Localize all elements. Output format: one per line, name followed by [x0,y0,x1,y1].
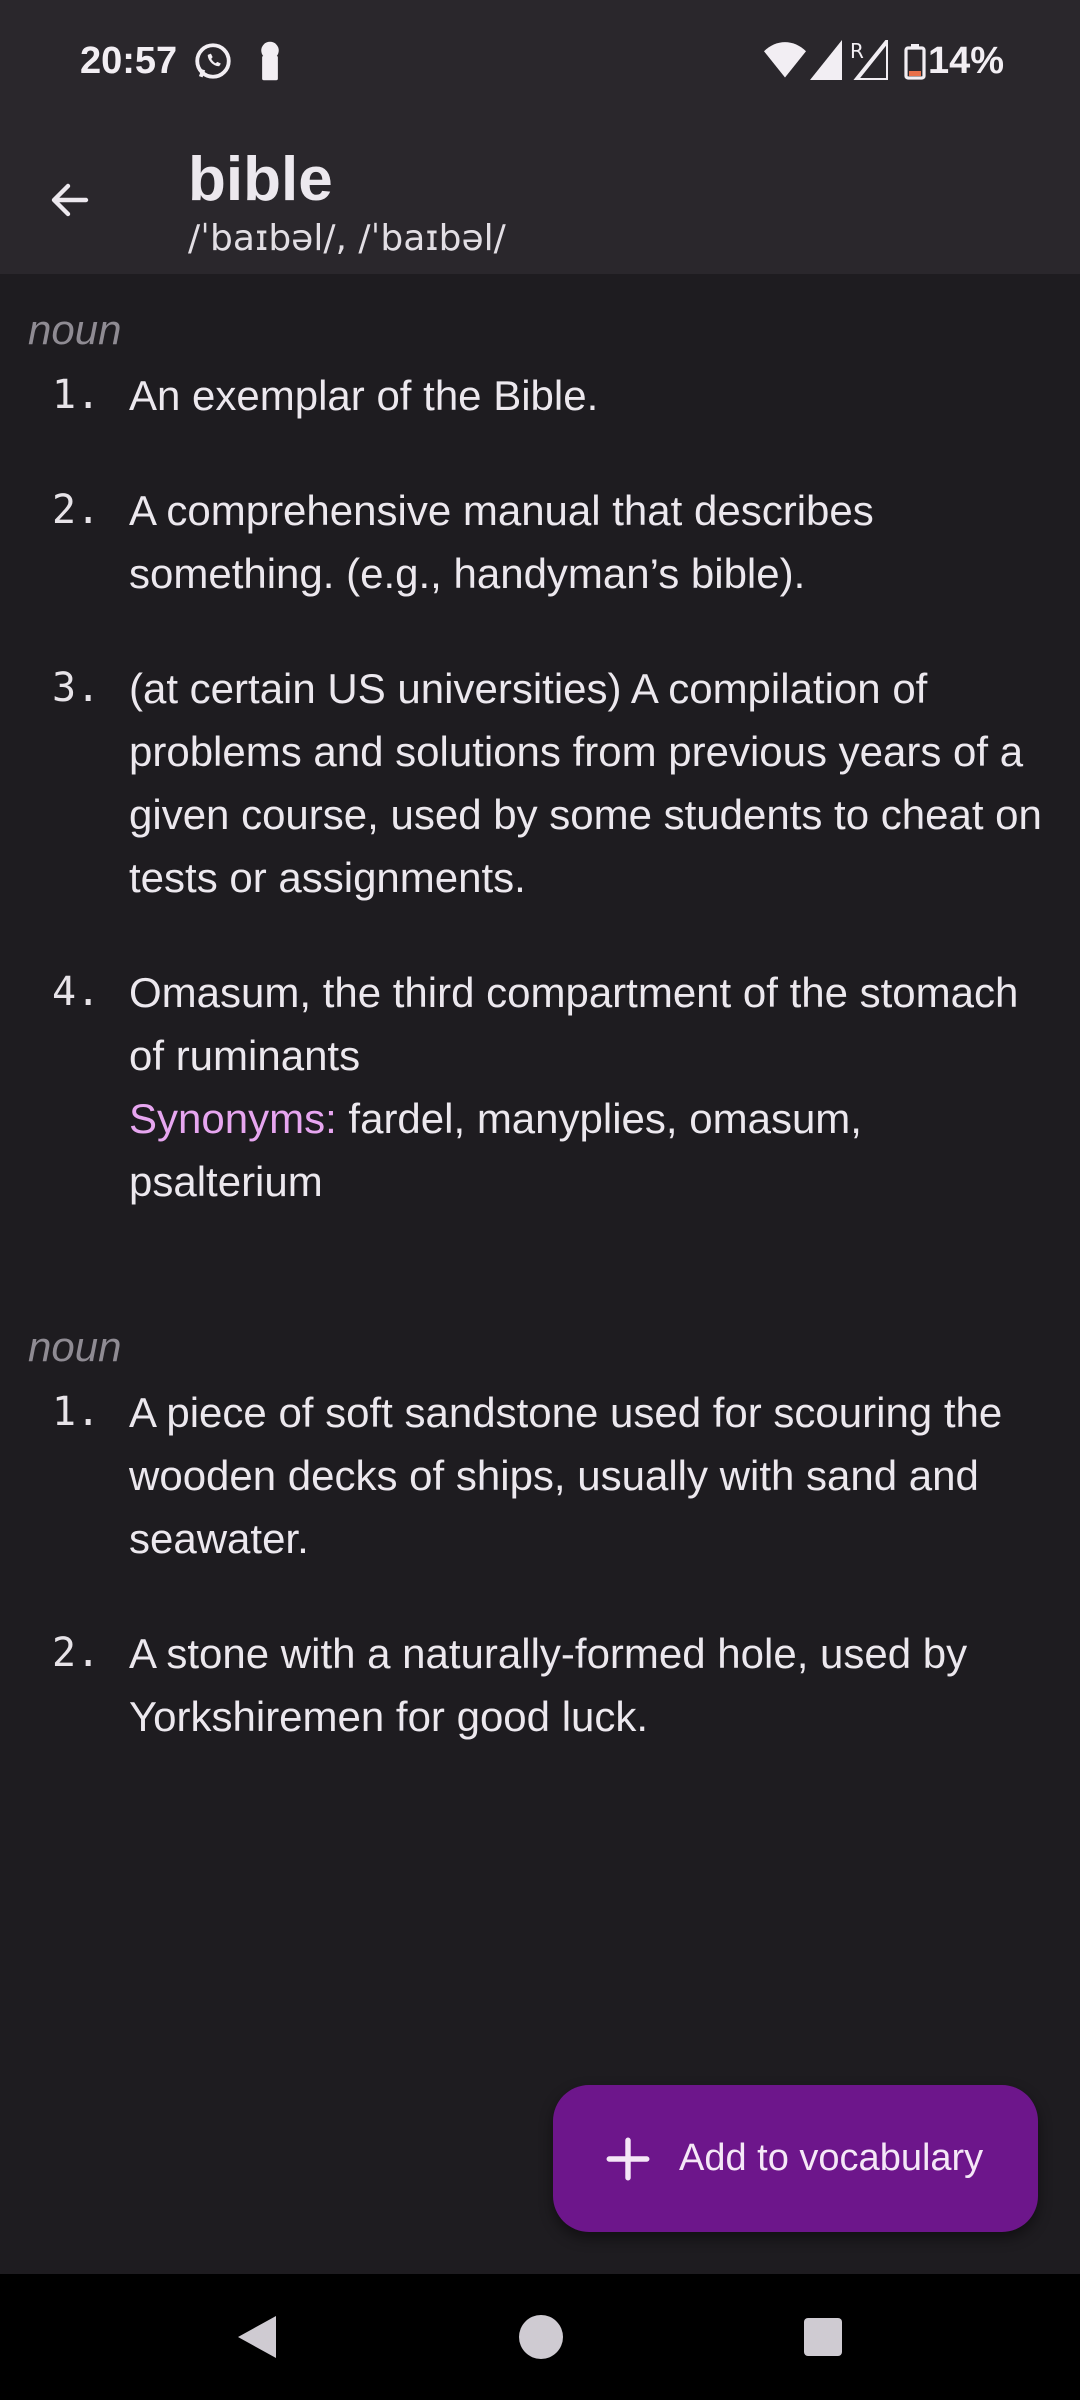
battery-low-icon [904,44,926,85]
definition-number: 4. [52,969,101,1015]
definitions-content: noun 1. An exemplar of the Bible. 2. A c… [0,274,1080,1800]
part-of-speech: noun [28,1323,122,1370]
wifi-icon [764,40,806,85]
arrow-left-icon [51,183,89,217]
definition-item: 4. Omasum, the third compartment of the … [0,961,1080,1213]
definition-number: 2. [52,1630,101,1676]
word-title: bible [188,145,333,214]
add-to-vocabulary-button[interactable]: Add to vocabulary [553,2085,1038,2232]
definition-item: 2. A comprehensive manual that describes… [0,479,1080,605]
nav-recents-icon[interactable] [802,2316,844,2363]
definition-item: 1. A piece of soft sandstone used for sc… [0,1381,1080,1570]
nav-back-icon[interactable] [234,2312,280,2367]
whatsapp-icon [192,40,234,87]
signal-icon [810,40,842,85]
status-bar: 20:57 R 14% [0,0,1080,126]
definition-item: 2. A stone with a naturally-formed hole,… [0,1622,1080,1748]
synonyms-label: Synonyms: [129,1095,337,1142]
system-nav-bar [0,2274,1080,2400]
definition-text: A stone with a naturally-formed hole, us… [129,1630,968,1740]
app-bar: bible /ˈbaɪbəl/, /ˈbaɪbəl/ [0,126,1080,274]
pronunciation: /ˈbaɪbəl/, /ˈbaɪbəl/ [188,218,506,259]
keyhole-icon [256,40,284,87]
definition-text: A comprehensive manual that describes so… [129,487,874,597]
section-1: noun 1. An exemplar of the Bible. 2. A c… [0,306,1080,1213]
definition-item: 3. (at certain US universities) A compil… [0,657,1080,909]
add-to-vocabulary-label: Add to vocabulary [679,2137,984,2179]
battery-percent: 14% [927,40,1004,82]
back-button[interactable] [30,160,110,240]
definition-text: A piece of soft sandstone used for scour… [129,1389,1003,1562]
nav-home-icon[interactable] [516,2312,566,2367]
signal-roaming-icon: R [850,34,890,85]
definition-text: (at certain US universities) A compilati… [129,665,1042,901]
section-2: noun 1. A piece of soft sandstone used f… [0,1323,1080,1748]
definition-item: 1. An exemplar of the Bible. [0,364,1080,427]
definition-number: 1. [52,1389,101,1435]
definition-text: Omasum, the third compartment of the sto… [129,969,1019,1079]
definition-block: Omasum, the third compartment of the sto… [129,961,1050,1213]
definition-number: 2. [52,487,101,533]
definition-number: 1. [52,372,101,418]
part-of-speech: noun [28,306,122,353]
synonyms-line: Synonyms: fardel, manyplies, omasum, psa… [129,1087,1050,1213]
status-time: 20:57 [80,40,178,82]
definition-text: An exemplar of the Bible. [129,372,599,419]
definition-number: 3. [52,665,101,711]
svg-text:R: R [850,40,864,63]
plus-icon [606,2137,650,2180]
